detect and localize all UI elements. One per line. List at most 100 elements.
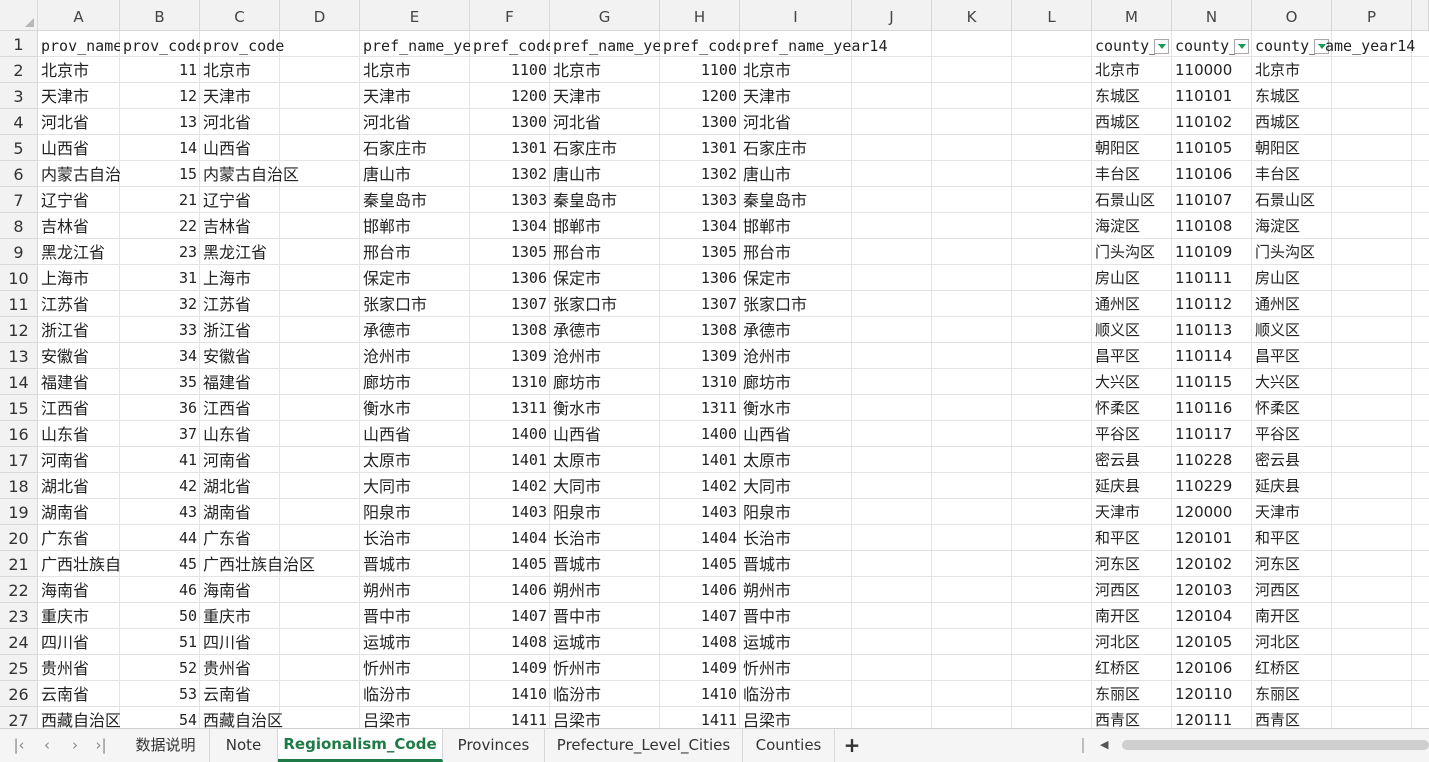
cell-c[interactable]: 山西省 bbox=[200, 135, 280, 161]
cell-g[interactable]: 朔州市 bbox=[550, 577, 660, 603]
row-header-4[interactable]: 4 bbox=[0, 109, 38, 135]
column-header-o[interactable]: O bbox=[1252, 0, 1332, 31]
column-header-p[interactable]: P bbox=[1332, 0, 1412, 31]
cell-m[interactable]: 密云县 bbox=[1092, 447, 1172, 473]
cell-b[interactable]: 15 bbox=[120, 161, 200, 187]
cell-m[interactable]: 通州区 bbox=[1092, 291, 1172, 317]
cell-m[interactable]: 南开区 bbox=[1092, 603, 1172, 629]
cell-h[interactable]: 1306 bbox=[660, 265, 740, 291]
cell-c[interactable]: 北京市 bbox=[200, 57, 280, 83]
cell-h[interactable]: 1304 bbox=[660, 213, 740, 239]
cell-a[interactable]: 浙江省 bbox=[38, 317, 120, 343]
row-header-14[interactable]: 14 bbox=[0, 369, 38, 395]
cell-m[interactable]: 海淀区 bbox=[1092, 213, 1172, 239]
sheet-tab-counties[interactable]: Counties bbox=[743, 729, 835, 762]
first-sheet-icon[interactable]: |‹ bbox=[10, 735, 28, 755]
cell-m[interactable]: 北京市 bbox=[1092, 57, 1172, 83]
cell-m[interactable]: 怀柔区 bbox=[1092, 395, 1172, 421]
cell-h[interactable]: 1401 bbox=[660, 447, 740, 473]
add-sheet-button[interactable]: + bbox=[842, 733, 862, 757]
cell-c[interactable]: 河北省 bbox=[200, 109, 280, 135]
cell-e[interactable]: 长治市 bbox=[360, 525, 470, 551]
cell-g[interactable]: 沧州市 bbox=[550, 343, 660, 369]
cell-c[interactable]: 广东省 bbox=[200, 525, 280, 551]
cell-h[interactable]: 1310 bbox=[660, 369, 740, 395]
header-cell-n[interactable]: county_code bbox=[1172, 31, 1235, 57]
cell-b[interactable]: 13 bbox=[120, 109, 200, 135]
cell-g[interactable]: 秦皇岛市 bbox=[550, 187, 660, 213]
cell-g[interactable]: 晋中市 bbox=[550, 603, 660, 629]
cell-b[interactable]: 14 bbox=[120, 135, 200, 161]
cell-i[interactable]: 邯郸市 bbox=[740, 213, 852, 239]
cell-m[interactable]: 延庆县 bbox=[1092, 473, 1172, 499]
cell-i[interactable]: 太原市 bbox=[740, 447, 852, 473]
cell-f[interactable]: 1404 bbox=[470, 525, 550, 551]
cell-g[interactable]: 忻州市 bbox=[550, 655, 660, 681]
cell-h[interactable]: 1404 bbox=[660, 525, 740, 551]
cell-g[interactable]: 阳泉市 bbox=[550, 499, 660, 525]
cell-a[interactable]: 河北省 bbox=[38, 109, 120, 135]
horizontal-scrollbar-thumb[interactable] bbox=[1122, 740, 1429, 750]
column-header-k[interactable]: K bbox=[932, 0, 1012, 31]
cell-h[interactable]: 1307 bbox=[660, 291, 740, 317]
cell-n[interactable]: 110112 bbox=[1172, 291, 1252, 317]
row-header-20[interactable]: 20 bbox=[0, 525, 38, 551]
cell-c[interactable]: 河南省 bbox=[200, 447, 280, 473]
cell-a[interactable]: 海南省 bbox=[38, 577, 120, 603]
row-header-26[interactable]: 26 bbox=[0, 681, 38, 707]
cell-f[interactable]: 1310 bbox=[470, 369, 550, 395]
cell-e[interactable]: 北京市 bbox=[360, 57, 470, 83]
cell-i[interactable]: 衡水市 bbox=[740, 395, 852, 421]
cell-o[interactable]: 北京市 bbox=[1252, 57, 1332, 83]
cell-e[interactable]: 唐山市 bbox=[360, 161, 470, 187]
cell-g[interactable]: 河北省 bbox=[550, 109, 660, 135]
cell-h[interactable]: 1407 bbox=[660, 603, 740, 629]
cell-e[interactable]: 天津市 bbox=[360, 83, 470, 109]
cell-h[interactable]: 1308 bbox=[660, 317, 740, 343]
cell-h[interactable]: 1406 bbox=[660, 577, 740, 603]
cell-m[interactable]: 河西区 bbox=[1092, 577, 1172, 603]
cell-i[interactable]: 承德市 bbox=[740, 317, 852, 343]
column-header-f[interactable]: F bbox=[470, 0, 550, 31]
cell-a[interactable]: 贵州省 bbox=[38, 655, 120, 681]
cell-o[interactable]: 红桥区 bbox=[1252, 655, 1332, 681]
cell-e[interactable]: 忻州市 bbox=[360, 655, 470, 681]
row-header-21[interactable]: 21 bbox=[0, 551, 38, 577]
cell-h[interactable]: 1400 bbox=[660, 421, 740, 447]
cell-o[interactable]: 昌平区 bbox=[1252, 343, 1332, 369]
column-header-d[interactable]: D bbox=[280, 0, 360, 31]
header-cell-h[interactable]: pref_code bbox=[660, 31, 740, 57]
cell-c[interactable]: 黑龙江省 bbox=[200, 239, 280, 265]
cell-a[interactable]: 四川省 bbox=[38, 629, 120, 655]
cell-b[interactable]: 44 bbox=[120, 525, 200, 551]
cell-n[interactable]: 110228 bbox=[1172, 447, 1252, 473]
column-header-g[interactable]: G bbox=[550, 0, 660, 31]
cell-g[interactable]: 临汾市 bbox=[550, 681, 660, 707]
cell-e[interactable]: 邯郸市 bbox=[360, 213, 470, 239]
cell-i[interactable]: 廊坊市 bbox=[740, 369, 852, 395]
cell-f[interactable]: 1309 bbox=[470, 343, 550, 369]
cell-g[interactable]: 保定市 bbox=[550, 265, 660, 291]
cell-h[interactable]: 1305 bbox=[660, 239, 740, 265]
cell-n[interactable]: 110117 bbox=[1172, 421, 1252, 447]
cell-c[interactable]: 四川省 bbox=[200, 629, 280, 655]
cell-n[interactable]: 120103 bbox=[1172, 577, 1252, 603]
cell-a[interactable]: 江西省 bbox=[38, 395, 120, 421]
cell-a[interactable]: 云南省 bbox=[38, 681, 120, 707]
cell-i[interactable]: 秦皇岛市 bbox=[740, 187, 852, 213]
last-sheet-icon[interactable]: ›| bbox=[92, 735, 110, 755]
cell-i[interactable]: 北京市 bbox=[740, 57, 852, 83]
row-header-12[interactable]: 12 bbox=[0, 317, 38, 343]
cell-a[interactable]: 湖北省 bbox=[38, 473, 120, 499]
cell-f[interactable]: 1401 bbox=[470, 447, 550, 473]
header-cell-e[interactable]: pref_name_year bbox=[360, 31, 470, 57]
next-sheet-icon[interactable]: › bbox=[66, 735, 84, 755]
cell-h[interactable]: 1403 bbox=[660, 499, 740, 525]
cell-i[interactable]: 临汾市 bbox=[740, 681, 852, 707]
cell-h[interactable]: 1405 bbox=[660, 551, 740, 577]
cell-c[interactable]: 云南省 bbox=[200, 681, 280, 707]
cell-i[interactable]: 长治市 bbox=[740, 525, 852, 551]
cell-b[interactable]: 37 bbox=[120, 421, 200, 447]
cell-a[interactable]: 安徽省 bbox=[38, 343, 120, 369]
cell-b[interactable]: 23 bbox=[120, 239, 200, 265]
